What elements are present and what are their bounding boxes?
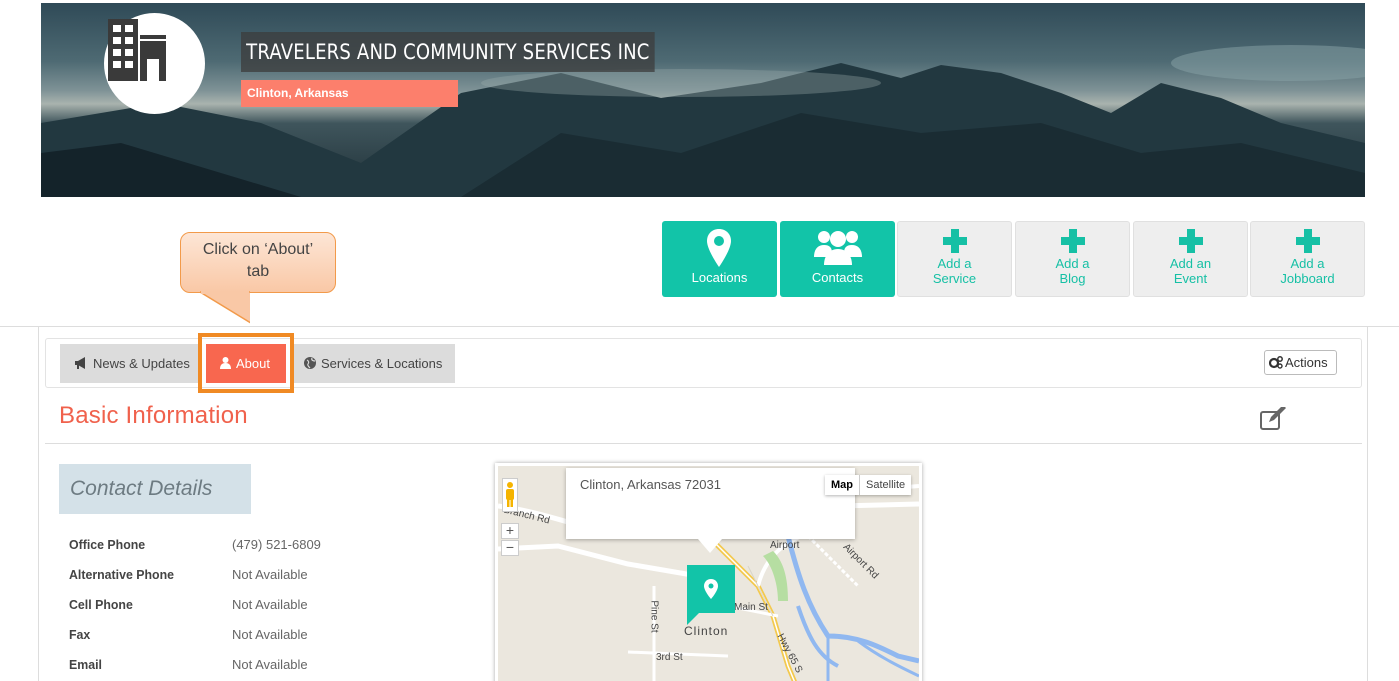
add-service-line2: Service <box>932 271 977 286</box>
map-label-main-st: Main St <box>734 602 768 613</box>
map-pin-tail <box>687 613 699 625</box>
pegman-icon <box>506 482 514 507</box>
locations-button[interactable]: Locations <box>662 221 777 297</box>
alternative-phone-value: Not Available <box>232 567 308 582</box>
zoom-in-button[interactable]: + <box>501 523 519 539</box>
actions-button[interactable]: Actions <box>1264 350 1337 375</box>
office-phone-value: (479) 521-6809 <box>232 537 321 552</box>
locations-label: Locations <box>691 270 748 285</box>
banner: TRAVELERS AND COMMUNITY SERVICES INC Cli… <box>41 3 1365 197</box>
email-value: Not Available <box>232 657 308 672</box>
organization-location: Clinton, Arkansas <box>241 80 458 107</box>
map-pin-marker[interactable] <box>687 565 735 613</box>
content-border-left <box>38 327 39 681</box>
add-event-button[interactable]: Add an Event <box>1133 221 1248 297</box>
section-divider <box>45 443 1362 444</box>
location-map[interactable]: Branch Rd Airport Airport Rd Pine St Mai… <box>495 463 922 681</box>
cell-phone-label: Cell Phone <box>69 597 133 612</box>
email-label: Email <box>69 657 102 672</box>
add-event-line1: Add an <box>1169 256 1212 271</box>
alternative-phone-label: Alternative Phone <box>69 567 175 582</box>
tab-news-updates[interactable]: News & Updates <box>60 344 200 383</box>
plus-icon <box>1295 229 1320 253</box>
cell-phone-value: Not Available <box>232 597 308 612</box>
users-icon <box>814 231 862 265</box>
add-blog-line2: Blog <box>1059 271 1086 286</box>
map-type-satellite[interactable]: Satellite <box>860 475 911 495</box>
street-view-pegman[interactable] <box>502 478 518 512</box>
office-phone-label: Office Phone <box>69 537 146 552</box>
add-jobboard-line2: Jobboard <box>1280 271 1335 286</box>
map-info-window: Clinton, Arkansas 72031 <box>566 468 855 539</box>
building-icon <box>108 19 166 81</box>
map-label-pine-st: Pine St <box>648 600 660 633</box>
organization-title: TRAVELERS AND COMMUNITY SERVICES INC <box>241 32 655 72</box>
instruction-callout: Click on ‘About’ tab <box>180 232 336 293</box>
bullhorn-icon <box>75 357 85 369</box>
actions-label: Actions <box>1285 355 1328 370</box>
add-blog-line1: Add a <box>1055 256 1090 271</box>
map-marker-icon <box>707 229 731 267</box>
contacts-label: Contacts <box>811 270 864 285</box>
fax-value: Not Available <box>232 627 308 642</box>
globe-icon <box>304 357 316 369</box>
plus-icon <box>1178 229 1203 253</box>
fax-label: Fax <box>69 627 91 642</box>
add-service-line1: Add a <box>937 256 972 271</box>
map-type-control: Map Satellite <box>825 475 912 495</box>
contact-details-heading: Contact Details <box>59 464 251 514</box>
map-label-airport: Airport <box>770 540 800 551</box>
tab-news-label: News & Updates <box>93 356 190 371</box>
map-type-map[interactable]: Map <box>825 475 860 495</box>
edit-icon[interactable] <box>1260 407 1288 431</box>
plus-icon <box>942 229 967 253</box>
add-service-button[interactable]: Add a Service <box>897 221 1012 297</box>
divider <box>0 326 1399 327</box>
map-info-tail <box>698 539 722 553</box>
map-label-clinton: Clinton <box>684 624 729 638</box>
map-info-text: Clinton, Arkansas 72031 <box>580 477 721 492</box>
mountain-landscape-image <box>41 45 1365 197</box>
section-title: Basic Information <box>59 402 248 429</box>
plus-icon <box>1060 229 1085 253</box>
content-border-right <box>1367 327 1368 681</box>
callout-pointer <box>200 291 250 324</box>
add-blog-button[interactable]: Add a Blog <box>1015 221 1130 297</box>
zoom-out-button[interactable]: − <box>501 540 519 556</box>
contacts-button[interactable]: Contacts <box>780 221 895 297</box>
callout-line1: Click on ‘About’ <box>202 241 314 258</box>
tab-services-label: Services & Locations <box>321 356 443 371</box>
about-tab-highlight <box>198 333 294 393</box>
map-marker-icon <box>704 579 718 599</box>
organization-logo <box>104 13 205 114</box>
add-event-line2: Event <box>1173 271 1208 286</box>
callout-line2: tab <box>246 263 270 280</box>
map-label-3rd-st: 3rd St <box>656 652 683 663</box>
add-jobboard-line1: Add a <box>1290 256 1325 271</box>
add-jobboard-button[interactable]: Add a Jobboard <box>1250 221 1365 297</box>
gears-icon <box>1268 356 1283 369</box>
tab-services-locations[interactable]: Services & Locations <box>292 344 455 383</box>
